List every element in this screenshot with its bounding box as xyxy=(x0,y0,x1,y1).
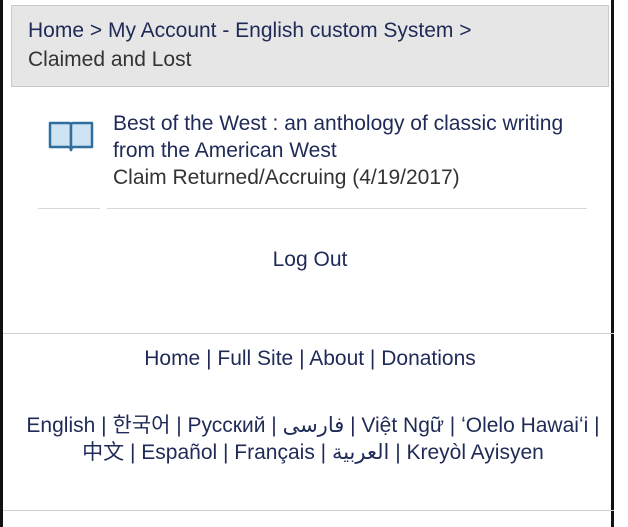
divider xyxy=(107,208,587,209)
language-link-russian[interactable]: Русский xyxy=(188,414,266,437)
breadcrumb-current: Claimed and Lost xyxy=(28,48,192,71)
item-details: Best of the West : an anthology of class… xyxy=(113,110,593,191)
language-link-chinese[interactable]: 中文 xyxy=(82,441,124,464)
divider xyxy=(38,208,100,209)
language-link-vietnamese[interactable]: Việt Ngữ xyxy=(361,414,444,437)
breadcrumb-home-link[interactable]: Home xyxy=(28,19,84,42)
claimed-item: Best of the West : an anthology of class… xyxy=(33,110,603,210)
breadcrumb-separator: > xyxy=(453,19,472,42)
language-separator: | xyxy=(588,414,600,437)
footer-home-link[interactable]: Home xyxy=(144,347,200,370)
language-link-korean[interactable]: 한국어 xyxy=(112,414,170,437)
item-title-link[interactable]: Best of the West : an anthology of class… xyxy=(113,110,593,164)
mobile-page-frame: Home > My Account - English custom Syste… xyxy=(0,0,614,527)
footer-donations-link[interactable]: Donations xyxy=(381,347,476,370)
footer-separator: | xyxy=(364,347,382,370)
divider xyxy=(3,510,614,511)
language-separator: | xyxy=(124,441,142,464)
breadcrumb: Home > My Account - English custom Syste… xyxy=(11,5,609,87)
divider xyxy=(3,333,614,334)
language-link-farsi[interactable]: فارسی xyxy=(283,414,345,437)
language-separator: | xyxy=(389,441,407,464)
language-selector: English | 한국어 | Русский | فارسی | Việt N… xyxy=(23,412,603,466)
language-link-haitian-creole[interactable]: Kreyòl Ayisyen xyxy=(406,441,543,464)
language-separator: | xyxy=(170,414,188,437)
footer-separator: | xyxy=(293,347,310,370)
language-link-arabic[interactable]: العربية xyxy=(332,441,389,464)
language-separator: | xyxy=(217,441,235,464)
footer-links: Home | Full Site | About | Donations xyxy=(3,347,617,371)
language-separator: | xyxy=(265,414,283,437)
breadcrumb-account-link[interactable]: My Account - English custom System xyxy=(108,19,453,42)
language-separator: | xyxy=(344,414,362,437)
logout-link[interactable]: Log Out xyxy=(273,248,348,271)
footer-full-site-link[interactable]: Full Site xyxy=(217,347,293,370)
footer-about-link[interactable]: About xyxy=(309,347,364,370)
footer-separator: | xyxy=(200,347,218,370)
item-status: Claim Returned/Accruing (4/19/2017) xyxy=(113,166,460,189)
language-link-hawaiian[interactable]: ʻOlelo Hawaiʻi xyxy=(461,414,588,437)
logout-row: Log Out xyxy=(3,248,617,272)
book-icon xyxy=(48,121,94,152)
language-link-spanish[interactable]: Español xyxy=(141,441,217,464)
language-link-english[interactable]: English xyxy=(26,414,95,437)
breadcrumb-separator: > xyxy=(84,19,108,42)
language-separator: | xyxy=(95,414,113,437)
language-separator: | xyxy=(443,414,462,437)
language-link-french[interactable]: Français xyxy=(234,441,315,464)
language-separator: | xyxy=(314,441,332,464)
